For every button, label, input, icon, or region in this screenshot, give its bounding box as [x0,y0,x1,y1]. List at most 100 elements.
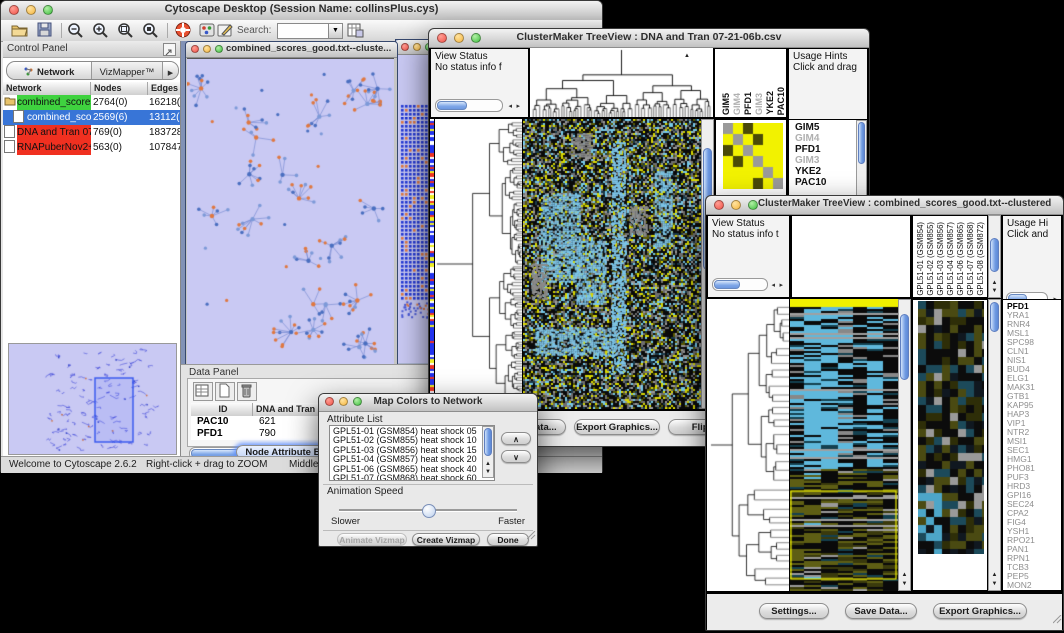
minimize-button[interactable] [731,200,741,210]
column-label-list[interactable]: GPL51-01 (GSM854)GPL51-02 (GSM855)GPL51-… [916,222,985,296]
scroll-left-icon[interactable]: ◂ [508,101,512,112]
minimize-button[interactable] [203,45,211,53]
zoom-selected-icon[interactable] [117,22,135,39]
heatmap-vscrollbar[interactable]: ▲ ▼ [898,299,911,591]
done-button[interactable]: Done [487,533,529,546]
attribute-list-vscrollbar[interactable]: ▲ ▼ [482,426,494,478]
attribute-list-item[interactable]: GPL51-04 (GSM857) heat shock 20 min [333,455,479,464]
view-status-scrollbar[interactable] [435,99,503,112]
column-labels-panel[interactable]: ▲ GIM5GIM4PFD1GIM3YKE2PAC10 [714,48,787,118]
main-titlebar[interactable]: Cytoscape Desktop (Session Name: collins… [1,1,602,21]
zoom-vscrollbar[interactable]: ▲ ▼ [988,299,1001,591]
search-label: Search: [237,25,271,36]
animation-speed-slider[interactable] [339,504,517,516]
resize-grip[interactable] [527,527,536,545]
attribute-list[interactable]: GPL51-01 (GSM854) heat shock 05 minGPL51… [329,425,495,481]
scroll-right-icon[interactable]: ▸ [516,101,520,112]
gene-label: YKE2 [795,166,827,177]
column-labels-panel[interactable]: GPL51-01 (GSM854)GPL51-02 (GSM855)GPL51-… [912,215,988,298]
dialog-titlebar[interactable]: Map Colors to Network [319,394,537,412]
gene-label: GIM4 [795,133,827,144]
treeview2-buttonbar: Settings... Save Data... Export Graphics… [707,593,1062,630]
scroll-up-icon[interactable]: ▲ [683,53,691,59]
attribute-table-icon[interactable] [347,22,365,39]
attribute-list-item[interactable]: GPL51-01 (GSM854) heat shock 05 min [333,427,479,436]
scroll-up-icon[interactable]: ▲ [899,572,910,578]
search-dropdown-arrow[interactable]: ▼ [328,23,343,39]
animate-vizmap-button[interactable]: Animate Vizmap [337,533,407,546]
zoom-heatmap[interactable] [918,301,984,554]
scroll-up-icon[interactable]: ▲ [989,572,1000,578]
treeview1-titlebar[interactable]: ClusterMaker TreeView : DNA and Tran 07-… [429,29,869,48]
column-label: GPL51-08 (GSM872) [976,222,985,296]
save-data-button[interactable]: Save Data... [845,603,917,619]
scroll-down-icon[interactable]: ▼ [989,581,1000,587]
network-view-window-1: combined_scores_good.txt--cluste... [185,41,398,366]
main-heatmap[interactable] [790,299,898,591]
zoom-out-icon[interactable] [67,22,85,39]
close-button[interactable] [401,43,409,51]
vizmap-palette-icon[interactable] [199,22,217,39]
scroll-down-icon[interactable]: ▼ [483,469,493,475]
new-attribute-icon[interactable] [215,382,235,401]
attribute-list-item[interactable]: GPL51-06 (GSM865) heat shock 40 min [333,465,479,474]
column-label: GPL51-03 (GSM856) [936,222,945,296]
gene-labels-panel[interactable]: PFD1YRA1RNR4MSL1SPC98CLN1NIS1BUD4ELG1MAK… [1002,299,1062,591]
gene-label-list[interactable]: PFD1YRA1RNR4MSL1SPC98CLN1NIS1BUD4ELG1MAK… [1007,302,1035,590]
scroll-right-icon[interactable]: ▸ [779,280,783,291]
undock-icon[interactable] [163,43,176,56]
zoom-fit-icon[interactable] [142,22,160,39]
column-label-list[interactable]: GIM5GIM4PFD1GIM3YKE2PAC10 [721,87,786,115]
scroll-left-icon[interactable]: ◂ [771,280,775,291]
scroll-down-icon[interactable]: ▼ [989,288,1000,294]
move-down-button[interactable]: ∨ [501,450,531,463]
attribute-list-item[interactable]: GPL51-02 (GSM855) heat shock 10 min [333,436,479,445]
table-row[interactable]: DNA and Tran 07 769(0) 183728(0) [3,125,180,140]
open-session-icon[interactable] [11,22,29,39]
annotation-pencil-icon[interactable] [217,22,235,39]
zoom-in-icon[interactable] [92,22,110,39]
export-graphics-button[interactable]: Export Graphics... [933,603,1027,619]
network-canvas-1[interactable] [187,58,394,364]
attribute-list-item[interactable]: GPL51-07 (GSM868) heat shock 60 min [333,474,479,481]
column-label: GIM3 [754,93,764,115]
zoom-button[interactable] [215,45,223,53]
slider-thumb[interactable] [422,504,436,518]
help-lifesaver-icon[interactable] [175,22,193,39]
scroll-up-icon[interactable]: ▲ [989,280,1000,286]
close-button[interactable] [191,45,199,53]
save-session-icon[interactable] [37,22,55,39]
treeview2-titlebar[interactable]: ClusterMaker TreeView : combined_scores_… [706,196,1063,215]
network-edges: 16218(0) [149,95,180,110]
tab-network[interactable]: Network [7,62,92,79]
export-graphics-button[interactable]: Export Graphics... [574,419,660,435]
close-button[interactable] [714,200,724,210]
table-view-icon[interactable] [193,382,213,401]
row-dendrogram[interactable] [707,299,789,591]
attribute-list-item[interactable]: GPL51-03 (GSM856) heat shock 15 min [333,446,479,455]
minimize-button[interactable] [413,43,421,51]
column-label: GIM5 [721,93,731,115]
zoom-heatmap[interactable] [723,123,783,189]
move-up-button[interactable]: ∧ [501,432,531,445]
scroll-down-icon[interactable]: ▼ [899,581,910,587]
attribute-list-label: Attribute List [327,414,383,425]
table-row[interactable]: combined_scores 2764(0) 16218(0) [3,95,180,110]
row-dendrogram[interactable] [435,119,522,409]
scroll-up-icon[interactable]: ▲ [483,461,493,467]
gene-label-list[interactable]: GIM5GIM4PFD1GIM3YKE2PAC10 [795,122,827,188]
search-input[interactable] [277,23,331,39]
resize-grip[interactable] [1053,611,1062,629]
tab-more-button[interactable]: ▶ [162,62,178,79]
settings-button[interactable]: Settings... [759,603,829,619]
tab-vizmapper[interactable]: VizMapper™ [92,62,162,79]
table-row[interactable]: RNAPuberNov2+ 563(0) 107847(0) [3,140,180,155]
column-labels-vscrollbar[interactable]: ▲ ▼ [988,215,1001,298]
zoom-button[interactable] [748,200,758,210]
birdseye-view[interactable] [8,343,177,455]
create-vizmap-button[interactable]: Create Vizmap [412,533,480,546]
delete-attribute-icon[interactable] [237,382,257,401]
view-status-scrollbar[interactable] [712,278,768,291]
main-heatmap[interactable] [523,119,701,409]
table-row[interactable]: combined_sco 2569(6) 13112(15) [3,110,180,125]
